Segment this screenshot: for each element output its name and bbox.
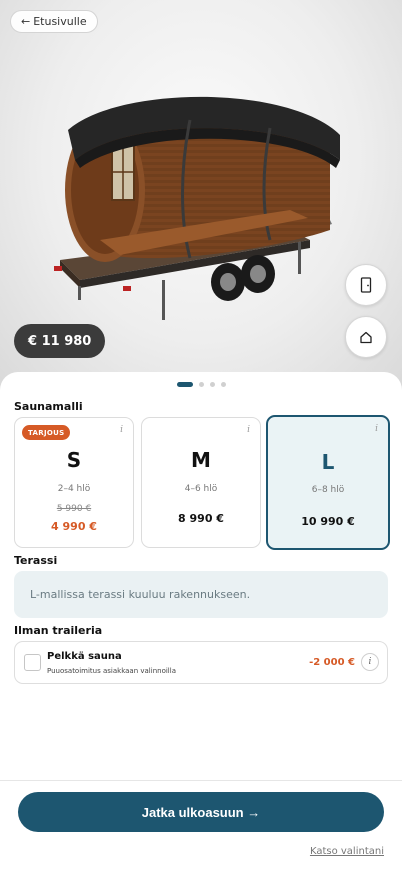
sauna-trailer-image [54, 96, 340, 320]
info-icon[interactable]: i [375, 424, 378, 434]
model-card-m[interactable]: i M 4–6 hlö 8 990 € [141, 417, 261, 548]
carousel-indicator [0, 382, 402, 387]
model-capacity: 2–4 hlö [57, 484, 91, 494]
back-button-label: Etusivulle [33, 15, 87, 28]
offer-badge: TARJOUS [22, 425, 71, 440]
old-price: 5 990 € [56, 504, 92, 514]
exterior-view-button[interactable] [345, 316, 387, 358]
door-view-button[interactable] [345, 264, 387, 306]
section-label-model: Saunamalli [14, 400, 83, 413]
option-subtitle: Puuosatoimitus asiakkaan valinnoilla [47, 667, 176, 675]
option-title: Pelkkä sauna [47, 651, 122, 662]
review-selections-link[interactable]: Katso valintani [310, 846, 384, 857]
model-card-s[interactable]: TARJOUS i S 2–4 hlö 5 990 € 4 990 € [14, 417, 134, 548]
option-price: -2 000 € [309, 657, 355, 668]
carousel-dot[interactable] [220, 382, 226, 387]
back-button[interactable]: ← Etusivulle [10, 10, 98, 33]
terrace-note: L-mallissa terassi kuuluu rakennukseen. [14, 571, 388, 618]
model-card-l[interactable]: i L 6–8 hlö 10 990 € [266, 415, 390, 550]
footer-divider [0, 780, 402, 781]
info-icon[interactable]: i [120, 425, 123, 435]
carousel-dot[interactable] [209, 382, 215, 387]
model-price: 8 990 € [178, 512, 224, 525]
model-letter: L [321, 450, 335, 474]
model-letter: M [191, 448, 211, 472]
model-price: 10 990 € [301, 515, 355, 528]
carousel-dot-active[interactable] [176, 382, 193, 387]
carousel-dot[interactable] [198, 382, 204, 387]
model-letter: S [66, 448, 82, 472]
info-icon[interactable]: i [247, 425, 250, 435]
info-icon[interactable]: i [361, 653, 379, 671]
continue-button[interactable]: Jatka ulkoasuun → [18, 792, 384, 832]
model-capacity: 6–8 hlö [311, 485, 345, 495]
section-label-terrace: Terassi [14, 554, 58, 567]
sale-price: 4 990 € [51, 520, 97, 533]
arrow-left-icon: ← [21, 15, 31, 28]
option-sauna-only[interactable]: Pelkkä sauna Puuosatoimitus asiakkaan va… [14, 641, 388, 684]
section-label-trailer: Ilman traileria [14, 624, 103, 637]
door-icon [360, 277, 372, 293]
hero-image-area: ← Etusivulle € 11 980 [0, 0, 402, 392]
model-capacity: 4–6 hlö [184, 484, 218, 494]
total-price-pill: € 11 980 [14, 324, 106, 358]
sauna-only-checkbox[interactable] [24, 654, 41, 671]
home-icon [360, 331, 372, 344]
